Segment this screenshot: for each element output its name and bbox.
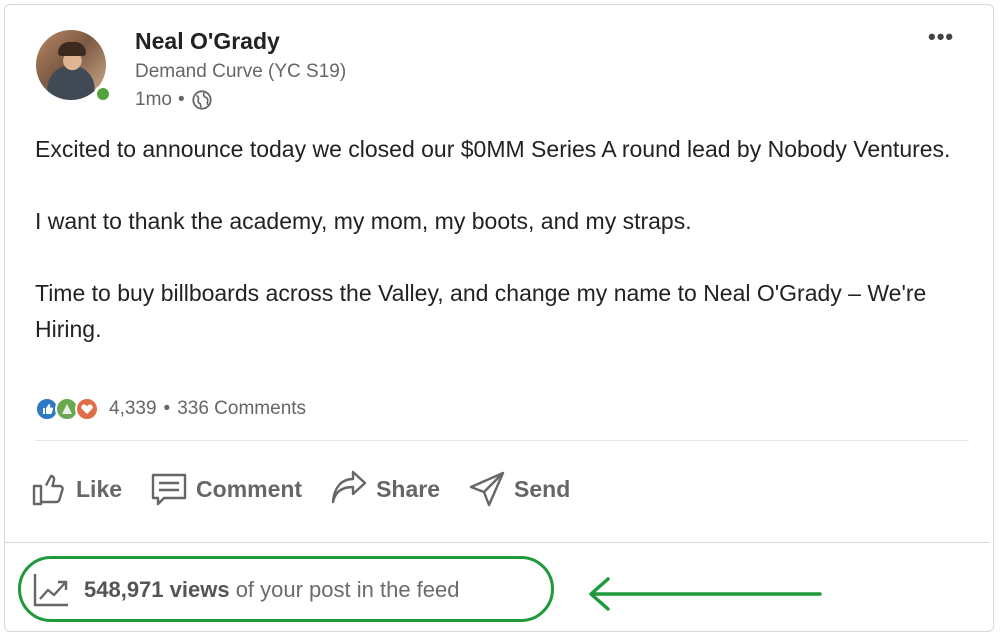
send-icon <box>469 471 505 507</box>
share-icon <box>331 470 367 504</box>
post-actions: Like Comment Share Send <box>30 470 598 508</box>
post-time: 1mo <box>135 89 172 110</box>
highlight-ellipse <box>18 556 554 622</box>
left-arrow-annotation <box>589 577 822 611</box>
analytics-divider <box>5 542 990 543</box>
like-label: Like <box>76 475 123 502</box>
comment-label: Comment <box>196 475 303 502</box>
comment-icon <box>151 473 187 506</box>
share-button[interactable]: Share <box>330 470 440 508</box>
more-options-button[interactable]: ••• <box>928 26 954 48</box>
send-button[interactable]: Send <box>468 470 570 508</box>
counts-separator: • <box>163 398 171 419</box>
send-label: Send <box>514 475 571 502</box>
actions-divider <box>35 440 969 441</box>
author-name[interactable]: Neal O'Grady <box>135 28 280 55</box>
reactions-count[interactable]: 4,339 <box>109 398 157 420</box>
globe-icon <box>192 90 212 110</box>
more-horizontal-icon: ••• <box>928 24 955 49</box>
social-counts[interactable]: 4,339 • 336 Comments <box>35 397 306 421</box>
post-paragraph: Time to buy billboards across the Valley… <box>35 280 927 342</box>
comments-count[interactable]: 336 Comments <box>177 398 306 420</box>
meta-separator: • <box>177 89 185 110</box>
comment-button[interactable]: Comment <box>150 470 302 508</box>
like-button[interactable]: Like <box>30 470 122 508</box>
post-meta: 1mo • <box>135 89 213 111</box>
thumbs-up-icon <box>32 474 64 506</box>
post-body: Excited to announce today we closed our … <box>35 131 975 383</box>
author-headline: Demand Curve (YC S19) <box>135 61 347 82</box>
online-status-indicator <box>94 85 112 103</box>
post-paragraph: I want to thank the academy, my mom, my … <box>35 208 692 234</box>
share-label: Share <box>376 475 441 502</box>
avatar-hair <box>58 42 86 56</box>
post-paragraph: Excited to announce today we closed our … <box>35 136 951 162</box>
love-reaction-icon <box>75 397 99 421</box>
